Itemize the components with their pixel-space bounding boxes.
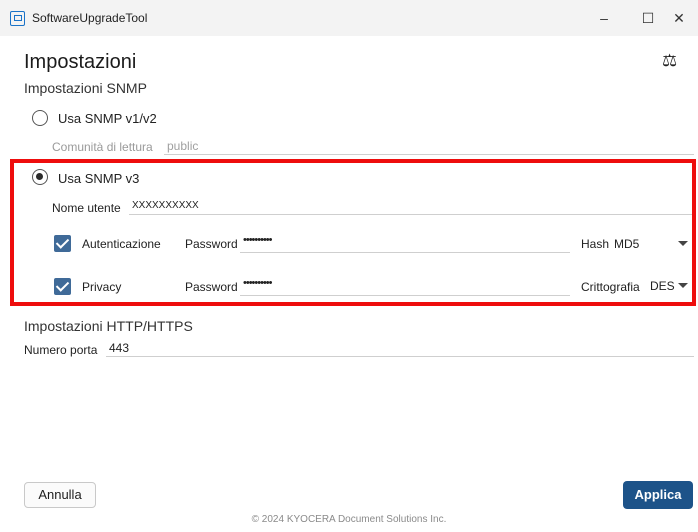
auth-password-label: Password [185, 237, 238, 251]
hash-select[interactable]: MD5 [614, 237, 639, 251]
snmp-v1v2-label: Usa SNMP v1/v2 [58, 111, 157, 126]
snmp-v3-label: Usa SNMP v3 [58, 171, 140, 186]
port-underline [106, 356, 694, 357]
username-label: Nome utente [52, 201, 121, 215]
http-section-title: Impostazioni HTTP/HTTPS [24, 318, 193, 334]
apply-button[interactable]: Applica [623, 481, 693, 509]
crypto-label: Crittografia [581, 280, 640, 294]
auth-checkbox[interactable] [54, 235, 71, 252]
snmp-v1v2-radio[interactable] [32, 110, 48, 126]
username-input[interactable]: XXXXXXXXXX [132, 200, 199, 211]
app-icon [10, 11, 25, 26]
copyright-footer: © 2024 KYOCERA Document Solutions Inc. [251, 514, 447, 525]
auth-password-underline [240, 252, 570, 253]
auth-label: Autenticazione [82, 237, 161, 251]
minimize-button[interactable]: – [582, 0, 626, 36]
username-underline [129, 214, 692, 215]
hash-chevron-down-icon[interactable] [678, 241, 688, 246]
port-label: Numero porta [24, 343, 98, 357]
privacy-password-input[interactable]: •••••••••• [243, 277, 272, 289]
close-button[interactable]: ✕ [660, 0, 698, 36]
community-underline [164, 154, 694, 155]
window-title: SoftwareUpgradeTool [32, 11, 148, 25]
snmp-v3-radio[interactable] [32, 169, 48, 185]
snmp-section-title: Impostazioni SNMP [24, 80, 147, 96]
privacy-password-label: Password [185, 280, 238, 294]
privacy-label: Privacy [82, 280, 122, 294]
community-input[interactable]: public [167, 139, 198, 153]
crypto-select[interactable]: DES [650, 279, 675, 293]
privacy-password-underline [240, 295, 570, 296]
auth-password-input[interactable]: •••••••••• [243, 234, 272, 246]
port-input[interactable]: 443 [109, 341, 129, 355]
crypto-chevron-down-icon[interactable] [678, 283, 688, 288]
hash-label: Hash [581, 237, 610, 251]
community-label: Comunità di lettura [52, 140, 153, 154]
cancel-button[interactable]: Annulla [24, 482, 96, 508]
privacy-checkbox[interactable] [54, 278, 71, 295]
balance-icon[interactable]: ⚖ [662, 51, 677, 71]
page-title: Impostazioni [24, 51, 137, 73]
